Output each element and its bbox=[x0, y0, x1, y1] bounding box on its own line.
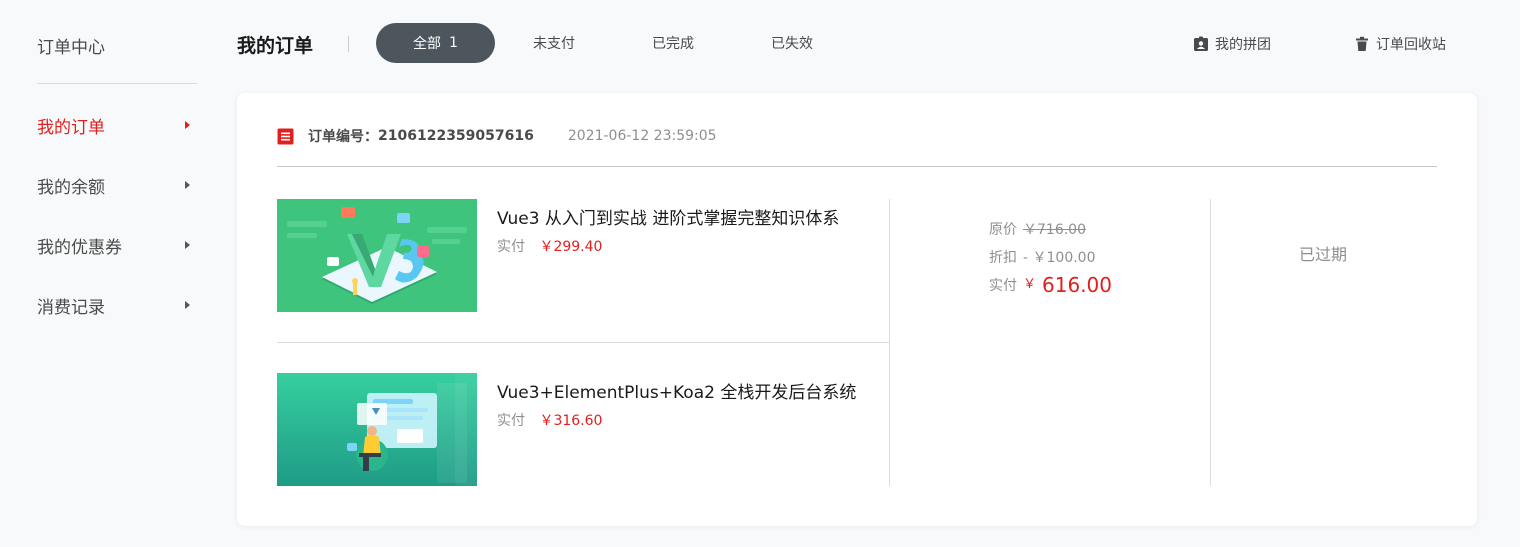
currency-symbol: ￥ bbox=[1023, 276, 1037, 292]
caret-right-icon bbox=[185, 181, 190, 189]
paid-amount: ￥316.60 bbox=[539, 413, 603, 429]
product-divider bbox=[277, 342, 889, 343]
discount-row: 折扣 - ￥100.00 bbox=[989, 243, 1112, 271]
original-price-row: 原价 ￥716.00 bbox=[989, 215, 1112, 243]
my-group-buy-link[interactable]: 我的拼团 bbox=[1193, 34, 1271, 54]
tab-completed[interactable]: 已完成 bbox=[633, 23, 713, 63]
tab-label: 全部 bbox=[413, 36, 442, 52]
trash-icon bbox=[1356, 36, 1368, 51]
original-price-label: 原价 bbox=[989, 222, 1017, 238]
product-title[interactable]: Vue3+ElementPlus+Koa2 全栈开发后台系统 bbox=[497, 378, 856, 403]
column-divider bbox=[889, 199, 890, 486]
sidebar-item-label: 消费记录 bbox=[37, 297, 105, 318]
badge-icon bbox=[1194, 36, 1208, 51]
title-divider bbox=[348, 36, 349, 52]
order-summary: 原价 ￥716.00 折扣 - ￥100.00 实付 ￥ 616.00 bbox=[989, 215, 1112, 299]
discount-amount: - ￥100.00 bbox=[1023, 250, 1096, 266]
product-title[interactable]: Vue3 从入门到实战 进阶式掌握完整知识体系 bbox=[497, 204, 839, 229]
order-time: 2021-06-12 23:59:05 bbox=[567, 128, 717, 144]
sidebar-item-my-coupons[interactable]: 我的优惠券 bbox=[37, 233, 197, 258]
caret-right-icon bbox=[185, 121, 190, 129]
discount-label: 折扣 bbox=[989, 250, 1017, 266]
tab-count: 1 bbox=[449, 35, 458, 51]
order-status: 已过期 bbox=[1299, 245, 1348, 264]
order-header: 订单编号： 2106122359057616 2021-06-12 23:59:… bbox=[277, 126, 717, 146]
sidebar-item-spending-history[interactable]: 消费记录 bbox=[37, 293, 197, 318]
column-divider bbox=[1210, 199, 1211, 486]
product-price: 实付 ￥299.40 bbox=[497, 236, 602, 256]
paid-amount: ￥299.40 bbox=[539, 239, 603, 255]
paid-label: 实付 bbox=[497, 413, 525, 429]
sidebar-item-label: 我的优惠券 bbox=[37, 237, 122, 258]
sidebar-item-my-balance[interactable]: 我的余额 bbox=[37, 173, 197, 198]
sidebar-item-my-orders[interactable]: 我的订单 bbox=[37, 113, 197, 138]
tab-label: 未支付 bbox=[533, 36, 575, 52]
product-item: Vue3 从入门到实战 进阶式掌握完整知识体系 实付 ￥299.40 bbox=[277, 199, 857, 312]
caret-right-icon bbox=[185, 241, 190, 249]
original-price: ￥716.00 bbox=[1023, 222, 1086, 238]
total-paid-amount: 616.00 bbox=[1042, 273, 1112, 297]
my-group-buy-label: 我的拼团 bbox=[1215, 37, 1271, 53]
paid-label: 实付 bbox=[497, 239, 525, 255]
tab-label: 已完成 bbox=[652, 36, 694, 52]
recycle-bin-label: 订单回收站 bbox=[1376, 37, 1446, 53]
sidebar-item-label: 我的订单 bbox=[37, 117, 105, 138]
order-number: 2106122359057616 bbox=[378, 128, 534, 144]
sidebar-item-label: 我的余额 bbox=[37, 177, 105, 198]
product-item: Vue3+ElementPlus+Koa2 全栈开发后台系统 实付 ￥316.6… bbox=[277, 373, 857, 486]
product-thumbnail[interactable] bbox=[277, 199, 477, 312]
page-title: 我的订单 bbox=[237, 35, 314, 57]
order-number-label: 订单编号： bbox=[308, 129, 378, 145]
tab-label: 已失效 bbox=[771, 36, 813, 52]
recycle-bin-link[interactable]: 订单回收站 bbox=[1354, 34, 1446, 54]
product-price: 实付 ￥316.60 bbox=[497, 410, 602, 430]
tab-unpaid[interactable]: 未支付 bbox=[514, 23, 594, 63]
total-paid-row: 实付 ￥ 616.00 bbox=[989, 271, 1112, 299]
order-card: 订单编号： 2106122359057616 2021-06-12 23:59:… bbox=[237, 93, 1477, 526]
total-paid-label: 实付 bbox=[989, 278, 1017, 294]
caret-right-icon bbox=[185, 301, 190, 309]
receipt-icon bbox=[277, 128, 294, 144]
sidebar-divider bbox=[37, 83, 197, 84]
sidebar-title: 订单中心 bbox=[37, 38, 105, 58]
tab-expired[interactable]: 已失效 bbox=[752, 23, 832, 63]
card-divider bbox=[277, 166, 1437, 167]
product-thumbnail[interactable] bbox=[277, 373, 477, 486]
tab-all[interactable]: 全部 1 bbox=[376, 23, 495, 63]
